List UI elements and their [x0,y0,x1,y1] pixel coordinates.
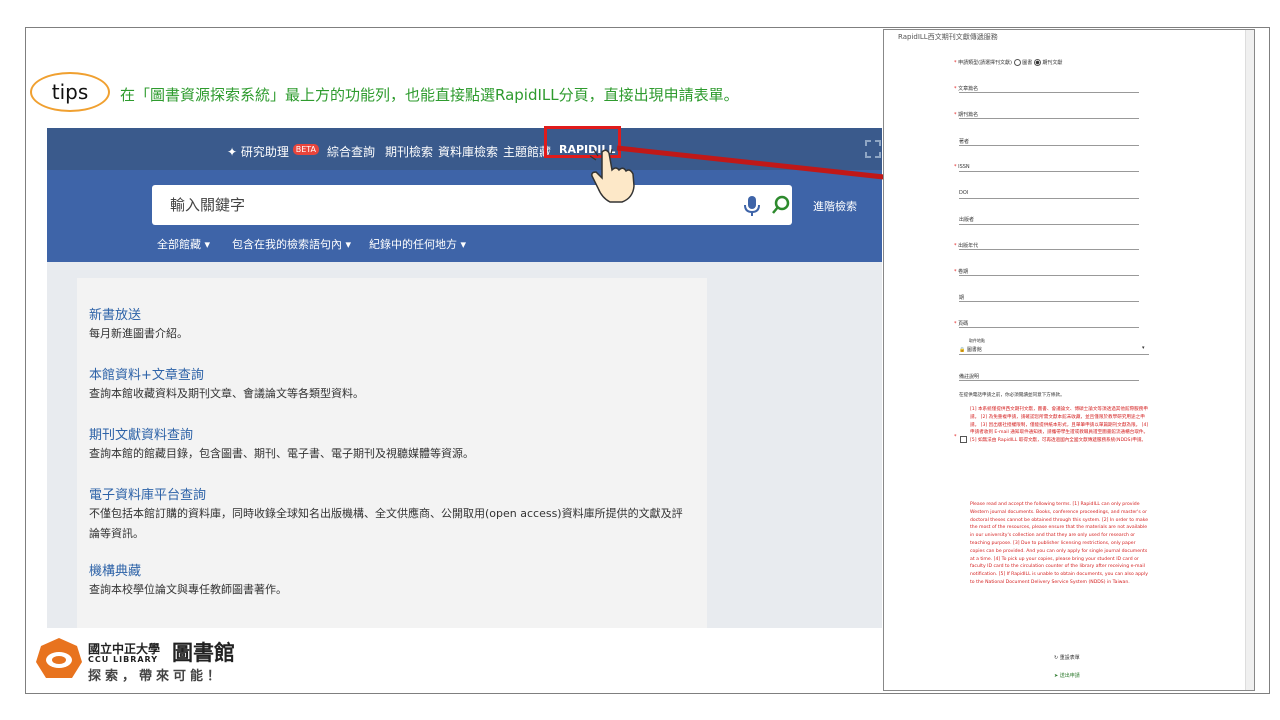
field-label: DOI [959,190,969,196]
consent-intro: 在提供電話申請之前，你必須閱讀並同意下方條款。 [959,393,1065,398]
field-label: ISSN [954,164,970,170]
terms-english: Please read and accept the following ter… [970,502,1149,585]
content-card: 新書放送 每月新進圖書介紹。 本館資料+文章查詢 查詢本館收藏資料及期刊文章、會… [77,278,707,628]
note-label: 備註說明 [959,374,980,380]
reset-button[interactable]: ↻ 重設表單 [1054,654,1080,661]
nav-item-journal-search[interactable]: 期刊檢索 [385,143,433,160]
field-input[interactable] [959,198,1139,199]
beta-badge: BETA [292,144,320,155]
tips-badge: tips [30,72,110,112]
library-logo-icon [36,638,82,678]
library-slogan: 探索，帶來可能！ [88,669,225,684]
pickup-underline [959,354,1149,355]
field-input[interactable] [959,92,1139,93]
section-title[interactable]: 電子資料庫平台查詢 [89,484,206,503]
field-input[interactable] [959,249,1139,250]
section-desc: 不僅包括本館訂購的資料庫，同時收錄全球知名出版機構、全文供應商、公開取用(ope… [89,507,683,540]
form-scrollbar[interactable] [1245,30,1254,690]
chevron-down-icon[interactable]: ▾ [1142,345,1145,351]
section-desc: 每月新進圖書介紹。 [89,327,188,340]
field-label: 卷期 [954,268,968,275]
field-label: 文章篇名 [954,85,978,92]
submit-button[interactable]: ➤ 送出申請 [1054,672,1080,679]
pointer-arrow [616,145,915,192]
request-type-label: 申請類型(請選擇刊文獻) 圖書 期刊文獻 [954,59,1062,66]
terms-chinese: [1] 本系統僅提供西文期刊文獻，圖書、會議論文、博碩士論文等須透過其他館際服務… [970,407,1149,444]
section-desc: 查詢本校學位論文與專任教師圖書著作。 [89,583,287,596]
section-title[interactable]: 本館資料+文章查詢 [89,364,204,383]
nav-item-database-search[interactable]: 資料庫檢索 [438,143,498,160]
radio-journal-article[interactable] [1033,59,1041,66]
section-desc: 查詢本館收藏資料及期刊文章、會議論文等各類型資料。 [89,387,364,400]
section-desc: 查詢本館的館藏目錄，包含圖書、期刊、電子書、電子期刊及視聽媒體等資源。 [89,447,474,460]
radio-book[interactable] [1013,59,1021,66]
field-label: 出版者 [959,217,975,223]
section-title[interactable]: 機構典藏 [89,560,141,579]
microphone-icon[interactable] [742,195,762,217]
field-label: 期 [959,295,965,301]
field-input[interactable] [959,145,1139,146]
agree-checkbox[interactable] [960,436,967,443]
section-title[interactable]: 期刊文獻資料查詢 [89,424,193,443]
nav-item-general-search[interactable]: 綜合查詢 [327,143,375,160]
field-input[interactable] [959,118,1139,119]
library-english-name: CCU LIBRARY [88,655,159,664]
field-input[interactable] [959,171,1139,172]
required-mark: * [954,434,957,440]
field-input[interactable] [959,327,1139,328]
field-label: 著者 [959,139,970,145]
field-input[interactable] [959,301,1139,302]
field-label: 期刊篇名 [954,111,978,118]
form-title: RapidILL西文期刊文獻傳遞服務 [898,33,998,41]
send-icon: ➤ [1054,673,1059,679]
field-input[interactable] [959,224,1139,225]
filter-collection-dropdown[interactable]: 全部館藏 ▾ [157,236,210,252]
pointing-hand-icon [589,148,635,203]
pickup-select[interactable]: 🔒 圖書館 [959,346,982,353]
sparkle-icon: ✦ [227,145,238,159]
search-icon[interactable] [770,194,792,216]
lock-icon: 🔒 [959,347,966,353]
refresh-icon: ↻ [1054,655,1059,661]
filter-field-dropdown[interactable]: 紀錄中的任何地方 ▾ [369,236,466,252]
field-label: 出版年代 [954,242,978,249]
rapidill-form: RapidILL西文期刊文獻傳遞服務 申請類型(請選擇刊文獻) 圖書 期刊文獻 … [883,29,1255,691]
field-input[interactable] [959,275,1139,276]
advanced-search-link[interactable]: 進階檢索 [813,198,857,214]
field-label: 頁碼 [954,320,968,327]
search-page-screenshot: ✦ 研究助理 BETA 綜合查詢 期刊檢索 資料庫檢索 主題館藏 RAPIDIL… [47,128,882,628]
pickup-label: 取件地點 [969,338,985,343]
filter-query-dropdown[interactable]: 包含在我的檢索語句內 ▾ [232,236,351,252]
section-title[interactable]: 新書放送 [89,304,141,323]
library-title: 圖書館 [172,641,235,665]
tips-text: 在「圖書資源探索系統」最上方的功能列，也能直接點選RapidILL分頁，直接出現… [120,86,739,104]
note-input[interactable] [959,380,1139,381]
nav-research-assistant[interactable]: ✦ 研究助理 BETA [227,143,320,160]
